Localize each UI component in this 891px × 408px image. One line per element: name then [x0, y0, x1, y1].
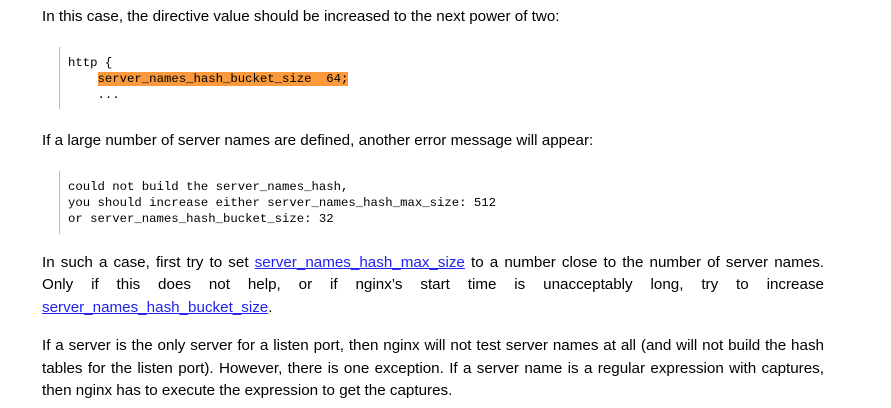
paragraph: In such a case, first try to set server_… [42, 252, 824, 320]
code-line: could not build the server_names_hash, [68, 179, 349, 194]
code-line: http { [68, 55, 113, 70]
paragraph: In this case, the directive value should… [42, 8, 560, 25]
paragraph: If a large number of server names are de… [42, 132, 594, 150]
text: . [268, 298, 273, 316]
code-line: ... [68, 88, 120, 103]
code-block-config: http { server_names_hash_bucket_size 64;… [59, 46, 824, 110]
document-content: In this case, the directive value should… [42, 6, 824, 403]
code-block-error: could not build the server_names_hash, y… [59, 170, 824, 234]
text: In such a case, first try to set [42, 253, 255, 271]
highlighted-directive: server_names_hash_bucket_size 64; [97, 71, 349, 86]
code-line: you should increase either server_names_… [68, 196, 497, 211]
code-line: or server_names_hash_bucket_size: 32 [68, 212, 334, 227]
link-server-names-hash-max-size[interactable]: server_names_hash_max_size [255, 254, 465, 271]
link-server-names-hash-bucket-size[interactable]: server_names_hash_bucket_size [42, 299, 268, 316]
paragraph: If a server is the only server for a lis… [42, 337, 824, 400]
